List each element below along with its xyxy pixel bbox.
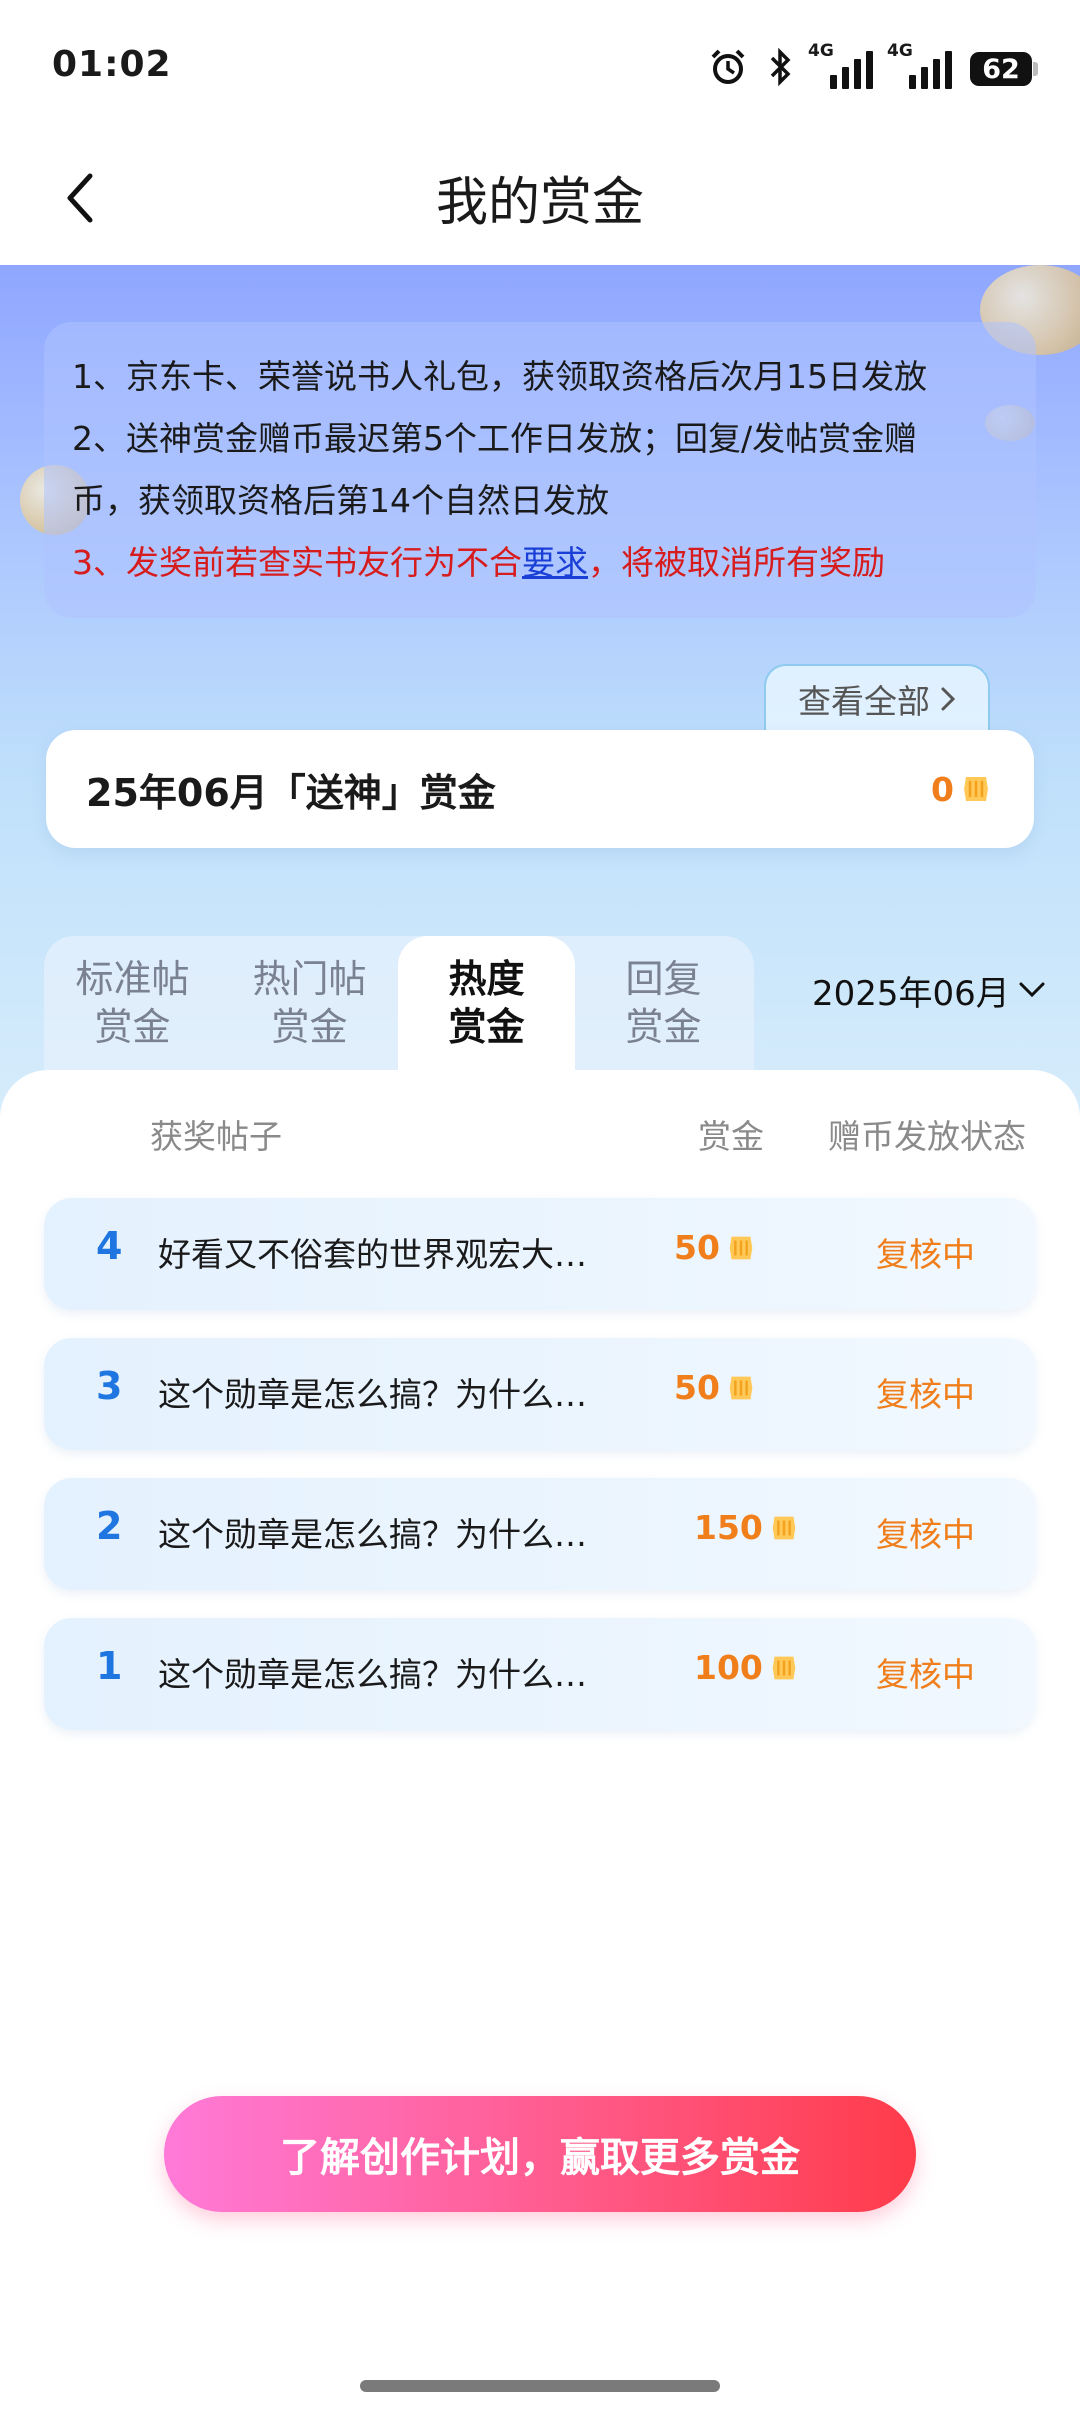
row-rank: 1 — [96, 1644, 123, 1688]
signal-icon-1: 4G — [808, 41, 873, 89]
bluetooth-icon — [766, 47, 794, 91]
row-amount: 50 — [674, 1228, 824, 1267]
battery-level: 62 — [982, 53, 1020, 85]
notice-line-1: 1、京东卡、荣誉说书人礼包，获领取资格后次月15日发放 — [72, 357, 927, 396]
status-icons: 4G 4G 62 — [708, 41, 1038, 94]
creation-plan-button[interactable]: 了解创作计划，赢取更多赏金 — [164, 2096, 916, 2212]
notice-line-2b: 币，获领取资格后第14个自然日发放 — [72, 481, 609, 520]
notice-line-3-text: 3、发奖前若查实书友行为不合 — [72, 543, 522, 582]
tab-standard-post[interactable]: 标准帖 赏金 — [44, 936, 221, 1070]
tab-hot-post[interactable]: 热门帖 赏金 — [221, 936, 398, 1070]
table-row[interactable]: 2 这个勋章是怎么搞？为什么… 150 复核中 — [44, 1478, 1036, 1590]
table-row[interactable]: 1 这个勋章是怎么搞？为什么… 100 复核中 — [44, 1618, 1036, 1730]
table-row[interactable]: 3 这个勋章是怎么搞？为什么… 50 复核中 — [44, 1338, 1036, 1450]
tab-label: 赏金 — [94, 1005, 171, 1049]
table-row[interactable]: 4 好看又不俗套的世界观宏大… 50 复核中 — [44, 1198, 1036, 1310]
column-header-post: 获奖帖子 — [150, 1117, 282, 1156]
row-amount-value: 50 — [674, 1228, 720, 1267]
monthly-bounty-card[interactable]: 25年06月「送神」赏金 0 — [46, 730, 1034, 848]
signal-label-1: 4G — [808, 41, 834, 61]
row-status: 复核中 — [876, 1375, 975, 1414]
row-rank: 4 — [96, 1224, 123, 1268]
signal-icon-2: 4G — [887, 41, 952, 89]
row-amount: 150 — [694, 1508, 844, 1547]
battery-icon: 62 — [970, 52, 1038, 86]
row-amount: 50 — [674, 1368, 824, 1407]
chevron-down-icon — [1019, 982, 1045, 998]
view-all-label: 查看全部 — [798, 682, 930, 721]
row-rank: 3 — [96, 1364, 123, 1408]
chevron-right-icon — [941, 687, 956, 711]
tab-label: 回复 — [625, 957, 702, 1001]
rules-notice: 1、京东卡、荣誉说书人礼包，获领取资格后次月15日发放 2、送神赏金赠币最迟第5… — [44, 322, 1036, 618]
tab-popularity[interactable]: 热度 赏金 — [398, 936, 575, 1070]
nav-bar: 我的赏金 — [0, 130, 1080, 265]
row-post-title: 好看又不俗套的世界观宏大… — [158, 1235, 587, 1274]
row-post-title: 这个勋章是怎么搞？为什么… — [158, 1655, 587, 1694]
month-selector[interactable]: 2025年06月 — [812, 960, 1046, 1020]
row-status: 复核中 — [876, 1235, 975, 1274]
row-amount: 100 — [694, 1648, 844, 1687]
bounty-card-amount: 0 — [931, 770, 994, 809]
row-amount-value: 150 — [694, 1508, 763, 1547]
tab-label: 赏金 — [271, 1005, 348, 1049]
home-indicator[interactable] — [360, 2380, 720, 2392]
alarm-icon — [708, 47, 748, 91]
coin-icon — [772, 1656, 796, 1679]
bounty-page: 01:02 4G 4G 62 我的赏金 1、京东卡、荣誉说书人礼包，获领取资格后… — [0, 0, 1080, 2412]
bounty-card-title: 25年06月「送神」赏金 — [86, 770, 496, 815]
view-all-button[interactable]: 查看全部 — [764, 664, 990, 732]
status-time: 01:02 — [52, 44, 172, 85]
coin-icon — [772, 1516, 796, 1539]
coin-icon — [729, 1236, 753, 1259]
page-title: 我的赏金 — [435, 173, 644, 233]
row-amount-value: 100 — [694, 1648, 763, 1687]
tab-label: 标准帖 — [75, 957, 190, 1001]
row-rank: 2 — [96, 1504, 123, 1548]
requirements-link[interactable]: 要求 — [522, 543, 588, 582]
notice-line-3-tail: ，将被取消所有奖励 — [588, 543, 885, 582]
row-post-title: 这个勋章是怎么搞？为什么… — [158, 1515, 587, 1554]
coin-icon — [964, 777, 988, 801]
tab-reply[interactable]: 回复 赏金 — [575, 936, 752, 1070]
month-value: 2025年06月 — [812, 973, 1010, 1014]
tab-label: 热门帖 — [252, 957, 367, 1001]
row-status: 复核中 — [876, 1515, 975, 1554]
coin-icon — [729, 1376, 753, 1399]
notice-line-3: 3、发奖前若查实书友行为不合要求，将被取消所有奖励 — [72, 532, 1008, 594]
tab-label: 热度 — [448, 957, 525, 1001]
bounty-amount-value: 0 — [931, 769, 954, 809]
signal-label-2: 4G — [887, 41, 913, 61]
column-header-status: 赠币发放状态 — [828, 1117, 1026, 1156]
row-status: 复核中 — [876, 1655, 975, 1694]
tab-label: 赏金 — [448, 1005, 525, 1049]
tab-label: 赏金 — [625, 1005, 702, 1049]
row-post-title: 这个勋章是怎么搞？为什么… — [158, 1375, 587, 1414]
bounty-tabs: 标准帖 赏金 热门帖 赏金 热度 赏金 回复 赏金 — [44, 936, 754, 1070]
notice-line-2a: 2、送神赏金赠币最迟第5个工作日发放；回复/发帖赏金赠 — [72, 419, 918, 458]
column-header-bounty: 赏金 — [698, 1117, 764, 1156]
row-amount-value: 50 — [674, 1368, 720, 1407]
status-bar: 01:02 4G 4G 62 — [0, 0, 1080, 130]
